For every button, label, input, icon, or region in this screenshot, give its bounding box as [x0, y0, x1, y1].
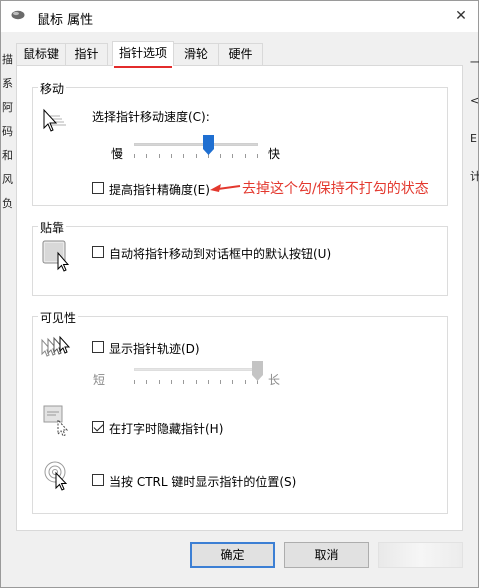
speed-label: 选择指针移动速度(C): [92, 110, 210, 124]
slider-tick [245, 154, 246, 158]
hide-while-typing-label[interactable]: 在打字时隐藏指针(H) [109, 420, 223, 437]
slider-tick [208, 380, 209, 384]
bg-char: E [470, 132, 477, 145]
slider-tick [134, 154, 135, 158]
ctrl-locate-checkbox[interactable] [92, 474, 104, 486]
bg-char: 阿 [2, 101, 13, 114]
tab-label: 指针 [74, 47, 99, 61]
slider-tick [257, 154, 258, 158]
snap-group-label: 贴靠 [38, 219, 67, 236]
slider-tick [159, 380, 160, 384]
precision-label[interactable]: 提高指针精确度(E) [109, 181, 210, 198]
slider-tick [183, 380, 184, 384]
apply-button[interactable] [378, 542, 463, 568]
bg-char: 和 [2, 149, 13, 162]
cancel-label: 取消 [314, 548, 339, 562]
bg-char: 风 [2, 173, 13, 186]
tab-wheel[interactable]: 滑轮 [173, 43, 219, 65]
tab-pointers[interactable]: 指针 [65, 43, 108, 65]
trails-slider-ticks [134, 380, 258, 385]
speed-slider-thumb[interactable] [203, 135, 214, 155]
bg-char: 一 [470, 56, 479, 69]
hide-pointer-icon [43, 405, 69, 437]
slider-tick [183, 154, 184, 158]
snap-label[interactable]: 自动将指针移动到对话框中的默认按钮(U) [109, 245, 331, 262]
trails-slider-track [134, 368, 258, 371]
pointer-speed-icon [43, 108, 66, 132]
ctrl-locate-icon [44, 461, 68, 491]
annotation-text: 去掉这个勾/保持不打勾的状态 [242, 181, 429, 197]
tab-pointer-options[interactable]: 指针选项 [112, 41, 174, 66]
title-bar: 鼠标 属性 ✕ [1, 1, 478, 32]
visibility-group-label: 可见性 [38, 309, 79, 326]
trails-checkbox[interactable] [92, 341, 104, 353]
slider-tick [245, 380, 246, 384]
slider-tick [171, 380, 172, 384]
tab-label: 硬件 [228, 47, 253, 61]
slider-tick [171, 154, 172, 158]
slider-tick [232, 380, 233, 384]
slider-tick [146, 380, 147, 384]
close-button[interactable]: ✕ [447, 3, 475, 29]
ctrl-locate-label[interactable]: 当按 CTRL 键时显示指针的位置(S) [109, 473, 296, 490]
bg-char: 负 [2, 197, 13, 210]
speed-slider-track[interactable] [134, 143, 258, 146]
snap-to-icon [42, 240, 70, 272]
trails-label[interactable]: 显示指针轨迹(D) [109, 340, 200, 357]
snap-checkbox[interactable] [92, 246, 104, 258]
bg-char: 描 [2, 53, 13, 66]
slider-tick [232, 154, 233, 158]
slider-tick [220, 380, 221, 384]
fast-label: 快 [268, 147, 281, 161]
bg-char: 系 [2, 77, 13, 90]
slider-tick [134, 380, 135, 384]
slider-tick [196, 154, 197, 158]
slow-label: 慢 [111, 147, 124, 161]
window-title: 鼠标 属性 [37, 13, 94, 28]
slider-tick [220, 154, 221, 158]
close-icon: ✕ [455, 8, 467, 24]
tab-hardware[interactable]: 硬件 [218, 43, 263, 65]
tab-label: 指针选项 [118, 46, 167, 60]
short-label: 短 [93, 373, 106, 387]
cancel-button[interactable]: 取消 [284, 542, 369, 568]
mouse-icon [11, 10, 25, 20]
tab-label: 鼠标键 [22, 47, 59, 61]
ok-label: 确定 [220, 548, 245, 562]
parent-window-left-text: 描 系 阿 码 和 风 负 [2, 48, 13, 216]
active-tab-underline [114, 66, 172, 68]
tab-label: 滑轮 [183, 47, 208, 61]
slider-tick [196, 380, 197, 384]
parent-window-right-text: 一 < E 计 [470, 44, 479, 196]
speed-slider-ticks [134, 154, 258, 159]
long-label: 长 [268, 373, 281, 387]
bg-char: < [470, 94, 479, 107]
motion-group-label: 移动 [38, 80, 67, 97]
bg-char: 码 [2, 125, 13, 138]
slider-tick [159, 154, 160, 158]
trails-slider-thumb [252, 361, 263, 381]
slider-tick [146, 154, 147, 158]
precision-checkbox[interactable] [92, 182, 104, 194]
hide-while-typing-checkbox[interactable] [92, 421, 104, 433]
tab-buttons[interactable]: 鼠标键 [16, 43, 66, 65]
annotation-arrow [210, 184, 241, 192]
bg-char: 计 [470, 170, 479, 183]
ok-button[interactable]: 确定 [190, 542, 275, 568]
pointer-trails-icon [41, 335, 71, 357]
